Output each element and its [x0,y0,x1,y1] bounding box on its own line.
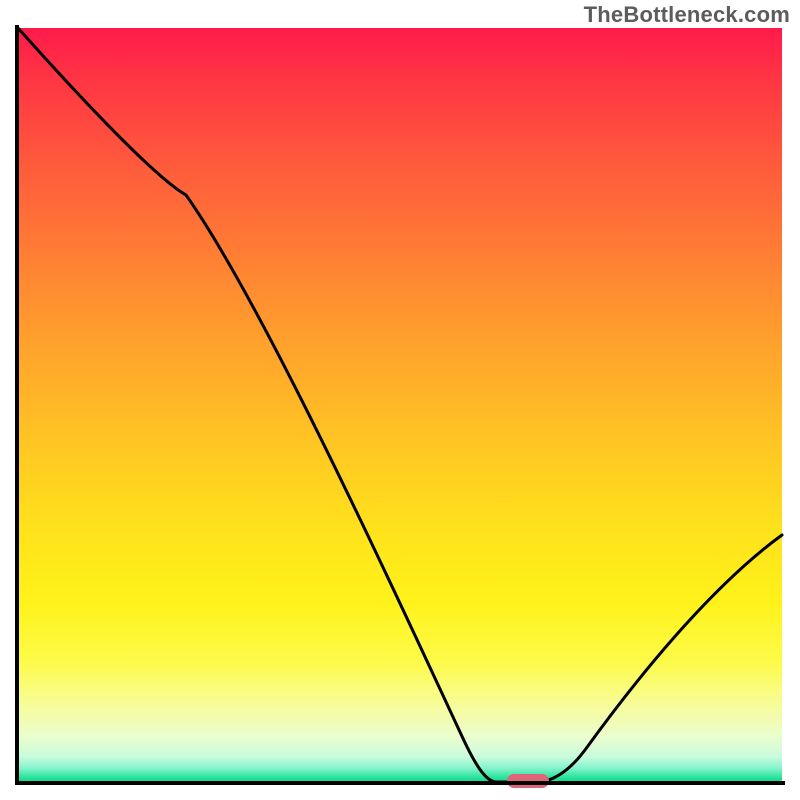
optimal-point-marker [507,774,549,788]
curve-path [18,28,782,782]
chart-frame: TheBottleneck.com [0,0,800,800]
bottleneck-curve [0,0,800,800]
